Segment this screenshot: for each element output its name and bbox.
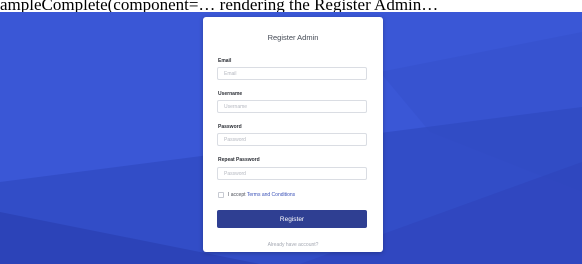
page-background: Register Admin Email Username Password R…: [0, 12, 582, 264]
terms-row: I accept Terms and Conditions: [218, 191, 295, 199]
terms-text: I accept Terms and Conditions: [228, 192, 295, 198]
terms-link[interactable]: Terms and Conditions: [247, 192, 295, 198]
username-label: Username: [218, 91, 243, 97]
register-button[interactable]: Register: [217, 210, 367, 228]
email-label: Email: [218, 58, 232, 64]
password-field[interactable]: [217, 133, 367, 146]
repeat-password-field[interactable]: [217, 167, 367, 180]
already-have-account-link[interactable]: Already have account?: [203, 242, 383, 248]
register-card: Register Admin Email Username Password R…: [203, 17, 383, 252]
username-field[interactable]: [217, 100, 367, 113]
password-label: Password: [218, 124, 242, 130]
terms-checkbox[interactable]: [218, 192, 224, 198]
card-title: Register Admin: [267, 33, 319, 42]
caption-text: ampleComplete(component=… rendering the …: [0, 0, 582, 12]
terms-prefix: I accept: [228, 192, 246, 198]
repeat-password-label: Repeat Password: [218, 157, 260, 163]
email-field[interactable]: [217, 67, 367, 80]
